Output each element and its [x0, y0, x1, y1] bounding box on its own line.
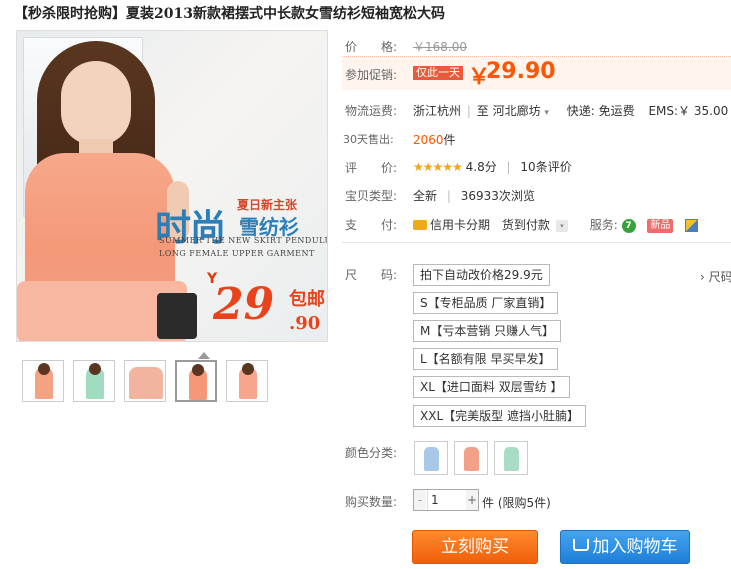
item-type-label: 宝贝类型: — [345, 189, 398, 203]
image-price-decimal: .90 — [289, 313, 321, 334]
size-label: 尺 码: — [345, 268, 398, 282]
rating-stars-icon: ★★★★★ — [413, 160, 463, 174]
sales-unit: 件 — [443, 133, 456, 147]
quantity-input[interactable] — [427, 490, 467, 510]
add-to-cart-button[interactable]: 加入购物车 — [560, 530, 690, 564]
guarantee-icon[interactable] — [685, 219, 699, 232]
sales-count: 2060 — [413, 133, 444, 147]
chevron-down-icon[interactable]: ▾ — [555, 219, 568, 232]
rating-score: 4.8分 — [465, 160, 497, 174]
view-count: 36933次浏览 — [460, 189, 535, 203]
model-face — [61, 61, 131, 145]
quantity-stepper: - + — [413, 489, 479, 511]
shipping-from: 浙江杭州 — [413, 104, 462, 118]
thumbnail-strip — [22, 360, 277, 402]
shipping-label: 物流运费: — [345, 104, 398, 118]
image-english-line1: SUMMER THE NEW SKIRT PENDULUM — [159, 236, 328, 245]
thumbnail[interactable] — [73, 360, 115, 402]
size-option[interactable]: S【专柜品质 厂家直销】 — [413, 292, 559, 314]
image-price: 29 — [213, 279, 275, 330]
add-to-cart-label: 加入购物车 — [592, 537, 678, 557]
divider — [342, 242, 731, 243]
credit-card-icon — [413, 219, 427, 230]
color-label: 颜色分类: — [345, 446, 398, 460]
sales-row: 2060件 — [413, 131, 456, 148]
cart-icon — [572, 539, 589, 551]
image-english-line2: LONG FEMALE UPPER GARMENT — [159, 249, 315, 258]
credit-installment-link[interactable]: 信用卡分期 — [430, 218, 490, 232]
shipping-separator: | — [466, 104, 471, 118]
rating-row: ★★★★★ 4.8分 | 10条评价 — [413, 158, 572, 175]
thumbnail[interactable] — [22, 360, 64, 402]
model-bag — [157, 293, 197, 339]
color-swatch[interactable] — [414, 441, 448, 475]
review-count-link[interactable]: 10条评价 — [520, 160, 571, 174]
color-swatch[interactable] — [494, 441, 528, 475]
thumbnail[interactable] — [226, 360, 268, 402]
rating-label: 评 价: — [345, 161, 398, 175]
item-type-separator: | — [446, 189, 451, 203]
shipping-express: 快递: 免运费 — [566, 104, 635, 118]
color-swatch[interactable] — [454, 441, 488, 475]
shipping-to-prefix: 至 — [476, 104, 489, 118]
shipping-destination[interactable]: 河北廊坊 — [493, 104, 541, 118]
promo-tag: 仅此一天 — [413, 66, 463, 80]
price-label: 价 格: — [345, 40, 398, 54]
service-label: 服务: — [589, 218, 618, 232]
quantity-label: 购买数量: — [345, 495, 398, 509]
size-option[interactable]: 拍下自动改价格29.9元 — [413, 264, 550, 286]
cash-on-delivery[interactable]: 货到付款 — [502, 218, 550, 232]
size-option[interactable]: XXL【完美版型 遮挡小肚腩】 — [413, 405, 586, 427]
sales-label: 30天售出: — [343, 133, 394, 146]
thumbnail[interactable] — [124, 360, 166, 402]
buy-now-button[interactable]: 立刻购买 — [412, 530, 538, 564]
rating-separator: | — [506, 160, 511, 174]
item-type-row: 全新 | 36933次浏览 — [413, 187, 535, 204]
thumbnail-pointer — [198, 352, 210, 359]
item-condition: 全新 — [413, 189, 438, 203]
size-option[interactable]: L【名额有限 早买早发】 — [413, 348, 558, 370]
quantity-limit: 件 (限购5件) — [482, 496, 551, 510]
main-product-image[interactable]: 夏日新主张 时尚 雪纺衫 SUMMER THE NEW SKIRT PENDUL… — [16, 30, 328, 342]
shipping-ems: EMS:￥ 35.00 — [648, 104, 729, 118]
shipping-row: 浙江杭州 | 至 河北廊坊 ▾ 快递: 免运费 EMS:￥ 35.00 — [413, 102, 728, 119]
quantity-plus-button[interactable]: + — [466, 490, 478, 510]
size-chart-link[interactable]: › 尺码 — [700, 268, 731, 285]
promo-label: 参加促销: — [345, 68, 398, 82]
buy-now-label: 立刻购买 — [441, 537, 509, 557]
original-price: ￥168.00 — [413, 40, 467, 54]
image-free-shipping: 包邮 — [289, 289, 325, 310]
seven-day-return-icon[interactable]: 7 — [621, 218, 636, 233]
thumbnail-selected[interactable] — [175, 360, 217, 402]
chevron-down-icon[interactable]: ▾ — [544, 108, 549, 118]
new-product-badge[interactable]: 新品 — [647, 218, 674, 233]
promo-price: 29.90 — [486, 59, 556, 84]
size-option[interactable]: XL【进口面料 双层雪纺 】 — [413, 376, 570, 398]
payment-label: 支 付: — [345, 218, 398, 232]
size-option[interactable]: M【亏本营销 只赚人气】 — [413, 320, 562, 342]
payment-row: 信用卡分期 货到付款 ▾ 服务: 7 新品 — [413, 216, 699, 233]
quantity-minus-button[interactable]: - — [414, 490, 426, 510]
product-title: 【秒杀限时抢购】夏装2013新款裙摆式中长款女雪纺衫短袖宽松大码 — [14, 6, 445, 22]
